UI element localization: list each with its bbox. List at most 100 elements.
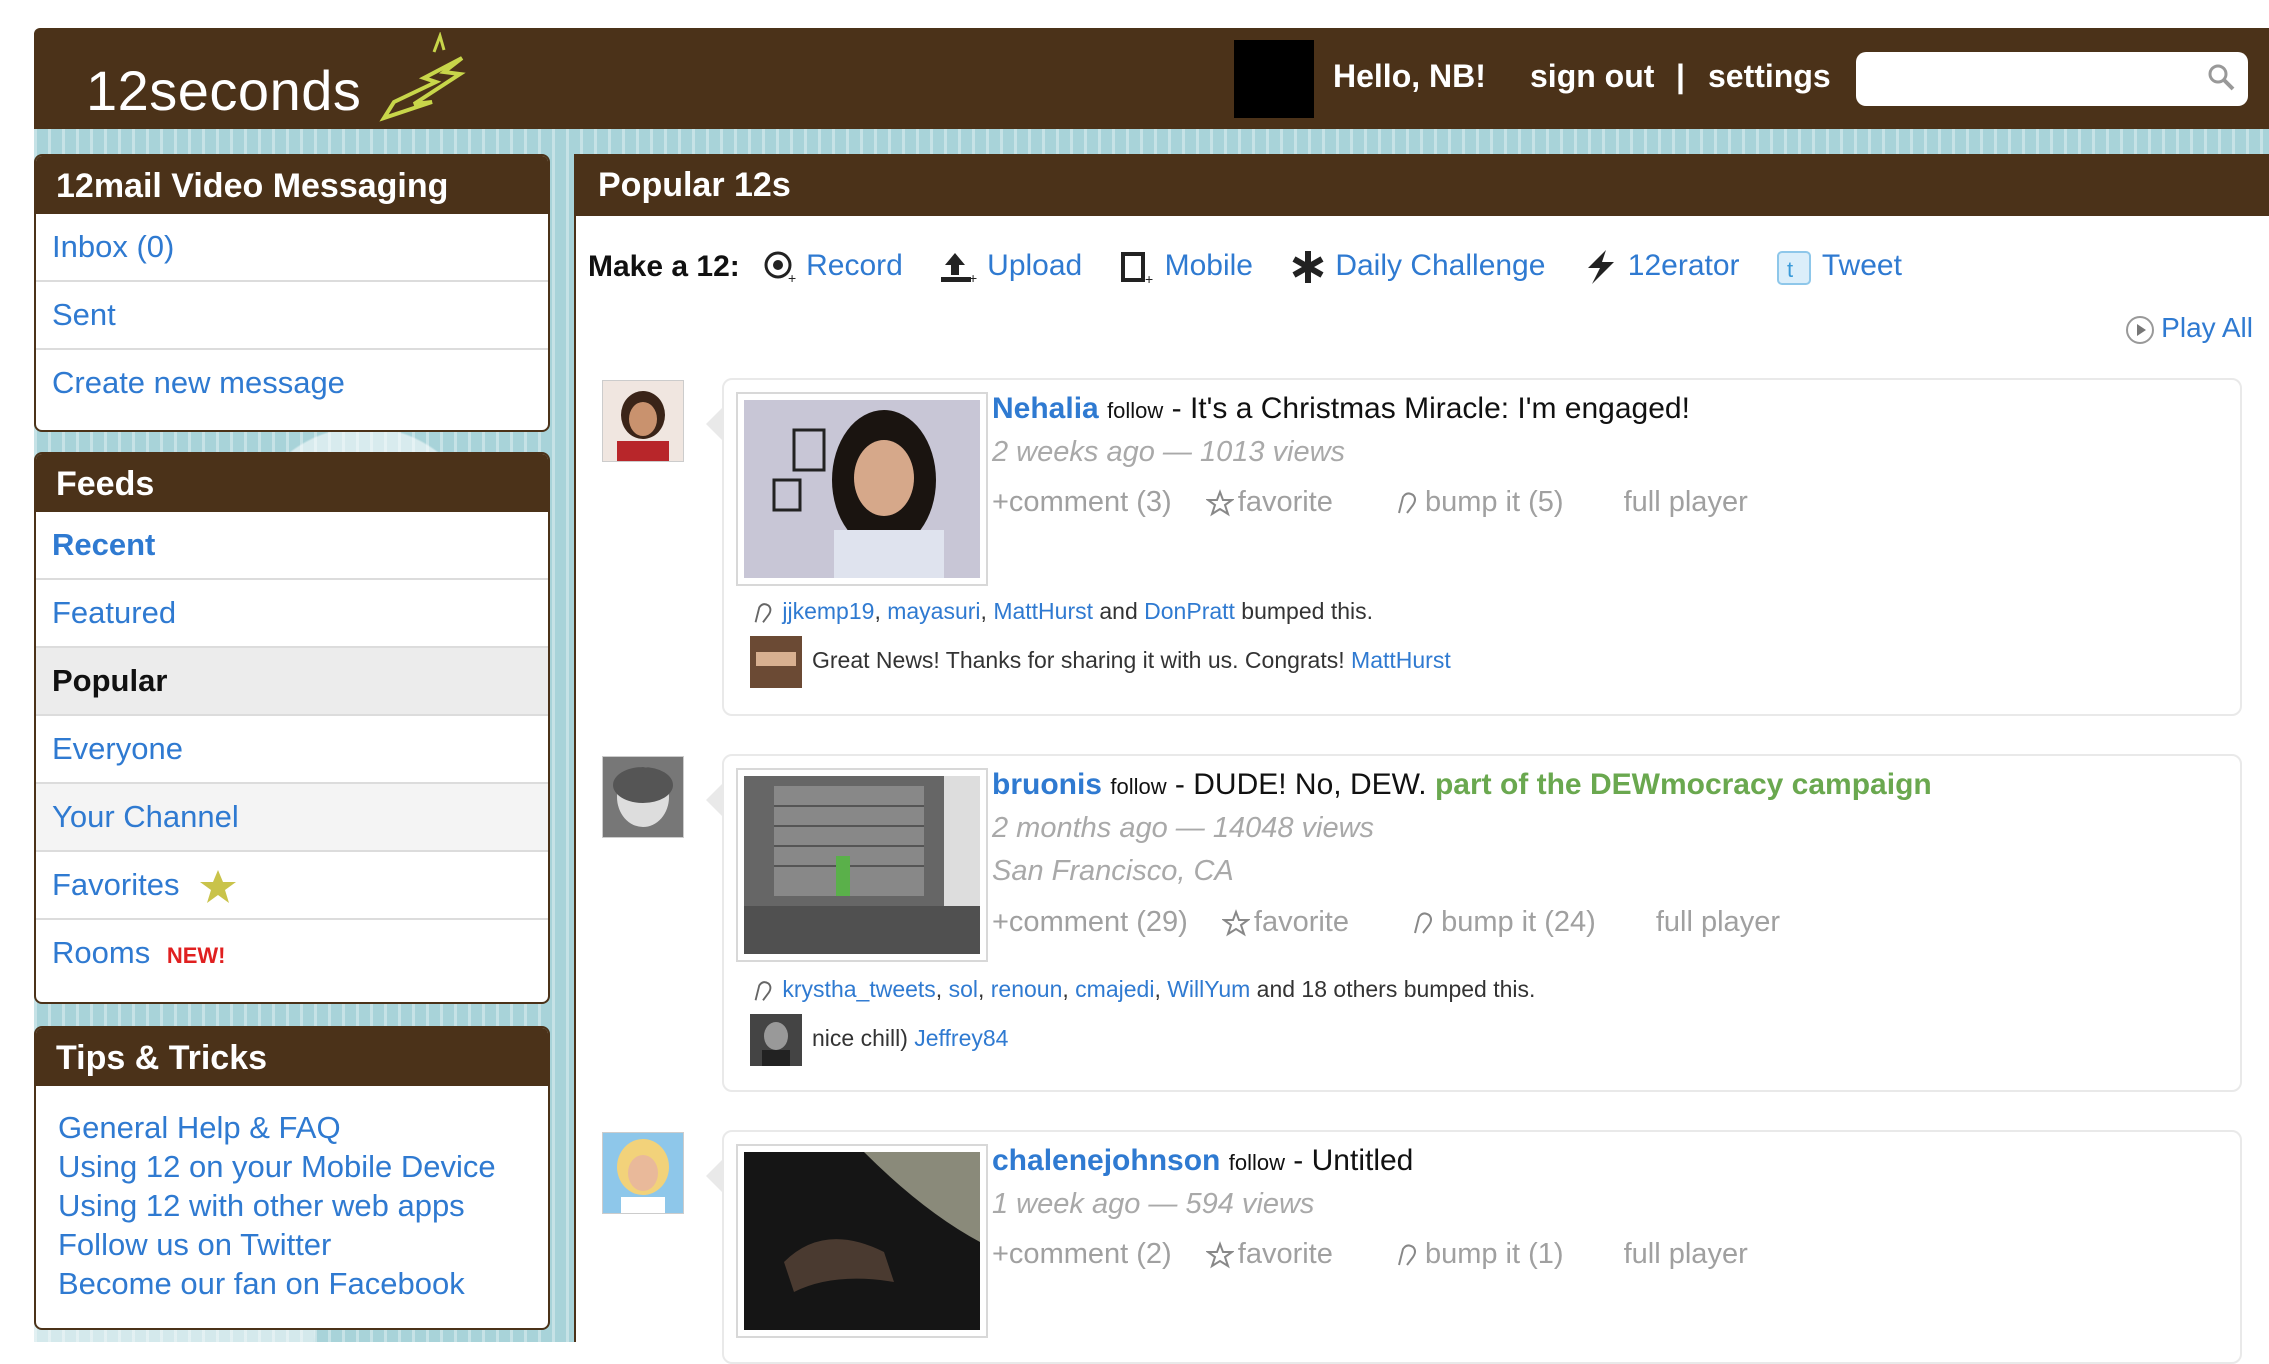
full-player-link[interactable]: full player <box>1656 906 1780 938</box>
comment-text: Great News! Thanks for sharing it with u… <box>812 647 1352 674</box>
bump-button[interactable]: bump it (24) <box>1409 906 1622 938</box>
logo-text: 12seconds <box>86 59 362 122</box>
header-separator: | <box>1676 58 1685 94</box>
twitter-link[interactable]: Follow us on Twitter <box>58 1225 548 1264</box>
bumper-link[interactable]: DonPratt <box>1144 598 1235 624</box>
feed-rooms-label: Rooms <box>52 935 151 970</box>
bumper-link[interactable]: WillYum <box>1167 976 1250 1002</box>
comment-link[interactable]: +comment (3) <box>992 486 1172 518</box>
avatar[interactable] <box>602 380 684 462</box>
comment-link[interactable]: +comment (29) <box>992 906 1188 938</box>
web-apps-link[interactable]: Using 12 with other web apps <box>58 1186 548 1225</box>
twitter-icon: t <box>1776 251 1811 285</box>
mail-sent-link[interactable]: Sent <box>36 280 548 348</box>
bumper-link[interactable]: mayasuri <box>887 598 980 624</box>
follow-link[interactable]: follow <box>1110 774 1166 799</box>
video-thumbnail[interactable] <box>736 392 988 586</box>
favorite-label: favorite <box>1253 906 1349 938</box>
user-avatar[interactable] <box>1234 40 1314 118</box>
favorite-button[interactable]: favorite <box>1204 486 1359 518</box>
mobile-label: Mobile <box>1164 248 1253 282</box>
mail-panel: 12mail Video Messaging Inbox (0) Sent Cr… <box>34 154 550 432</box>
user-photo <box>603 1133 683 1213</box>
tweet-label: Tweet <box>1821 248 1902 282</box>
search-input[interactable] <box>1856 52 2248 106</box>
favorite-button[interactable]: favorite <box>1204 1238 1359 1270</box>
svg-text:t: t <box>1787 257 1793 282</box>
commenter-avatar[interactable] <box>750 1014 802 1066</box>
avatar[interactable] <box>602 756 684 838</box>
comment-text: nice chill) <box>812 1025 915 1052</box>
feed-rooms[interactable]: Rooms NEW! <box>36 918 548 986</box>
record-label: Record <box>806 248 903 282</box>
bumper-link[interactable]: jjkemp19 <box>782 598 874 624</box>
12erator-label: 12erator <box>1627 248 1740 282</box>
thumbnail-image <box>744 776 980 954</box>
tweet-button[interactable]: t Tweet <box>1776 248 1902 286</box>
bumper-link[interactable]: MattHurst <box>993 598 1093 624</box>
feed-recent[interactable]: Recent <box>36 512 548 578</box>
video-location: San Francisco, CA <box>992 855 1234 887</box>
mail-inbox-link[interactable]: Inbox (0) <box>36 214 548 280</box>
facebook-link[interactable]: Become our fan on Facebook <box>58 1264 548 1303</box>
feed-favorites-label: Favorites <box>52 867 180 902</box>
comment-link[interactable]: +comment (2) <box>992 1238 1172 1270</box>
video-title-line: Nehalia follow - It's a Christmas Miracl… <box>992 392 1690 426</box>
feed-popular[interactable]: Popular <box>36 646 548 714</box>
help-faq-link[interactable]: General Help & FAQ <box>58 1108 548 1147</box>
video-meta: 2 months ago — 14048 views <box>992 812 1375 844</box>
play-all-link[interactable]: Play All <box>2125 312 2253 345</box>
star-icon <box>200 869 237 903</box>
bumper-link[interactable]: sol <box>949 976 978 1002</box>
feed-featured[interactable]: Featured <box>36 578 548 646</box>
bump-button[interactable]: bump it (5) <box>1393 486 1590 518</box>
asterisk-icon <box>1292 251 1324 283</box>
avatar[interactable] <box>602 1132 684 1214</box>
mobile-button[interactable]: + Mobile <box>1119 248 1253 287</box>
feed-everyone[interactable]: Everyone <box>36 714 548 782</box>
full-player-link[interactable]: full player <box>1624 486 1748 518</box>
favorite-button[interactable]: favorite <box>1220 906 1375 938</box>
bumper-link[interactable]: renoun <box>991 976 1063 1002</box>
video-thumbnail[interactable] <box>736 768 988 962</box>
bump-label: bump it (24) <box>1441 906 1596 938</box>
commenter-avatar[interactable] <box>750 636 802 688</box>
video-title: - It's a Christmas Miracle: I'm engaged! <box>1163 392 1690 425</box>
video-user-link[interactable]: bruonis <box>992 768 1102 801</box>
bump-button[interactable]: bump it (1) <box>1393 1238 1590 1270</box>
video-title: - Untitled <box>1284 1144 1414 1177</box>
full-player-link[interactable]: full player <box>1624 1238 1748 1270</box>
play-all-label: Play All <box>2161 312 2253 343</box>
comment-user-link[interactable]: Jeffrey84 <box>914 1025 1008 1051</box>
site-logo[interactable]: 12seconds <box>34 28 514 129</box>
record-button[interactable]: + Record <box>762 248 903 286</box>
upload-button[interactable]: + Upload <box>939 249 1082 286</box>
daily-challenge-button[interactable]: Daily Challenge <box>1289 248 1545 286</box>
star-outline-icon <box>1204 1241 1235 1269</box>
bump-icon <box>1397 1244 1416 1266</box>
bump-sep: , <box>980 598 994 624</box>
create-message-link[interactable]: Create new message <box>36 348 548 416</box>
video-thumbnail[interactable] <box>736 1144 988 1338</box>
favorite-label: favorite <box>1237 486 1333 518</box>
feed-favorites[interactable]: Favorites <box>36 850 548 918</box>
feed-your-channel[interactable]: Your Channel <box>36 782 548 850</box>
bumper-link[interactable]: krystha_tweets <box>782 976 935 1002</box>
main-content: Popular 12s Make a 12: + Record + Upload +… <box>574 154 2269 1364</box>
settings-link[interactable]: settings <box>1708 58 1831 95</box>
follow-link[interactable]: follow <box>1229 1150 1285 1175</box>
bumper-link[interactable]: cmajedi <box>1075 976 1154 1002</box>
video-user-link[interactable]: chalenejohnson <box>992 1144 1220 1177</box>
sign-out-link[interactable]: sign out <box>1530 58 1654 95</box>
bump-suffix: and 18 others bumped this. <box>1250 976 1536 1002</box>
12erator-button[interactable]: 12erator <box>1582 248 1740 286</box>
campaign-link[interactable]: part of the DEWmocracy campaign <box>1435 768 1932 801</box>
search-icon[interactable] <box>2206 62 2236 92</box>
page-title: Popular 12s <box>576 154 2269 216</box>
mobile-device-link[interactable]: Using 12 on your Mobile Device <box>58 1147 548 1186</box>
bump-and: and <box>1093 598 1145 624</box>
video-user-link[interactable]: Nehalia <box>992 392 1099 425</box>
comment-user-link[interactable]: MattHurst <box>1351 647 1451 673</box>
make-toolbar: Make a 12: + Record + Upload + Mobile Daily… <box>588 248 1930 298</box>
follow-link[interactable]: follow <box>1107 398 1163 423</box>
